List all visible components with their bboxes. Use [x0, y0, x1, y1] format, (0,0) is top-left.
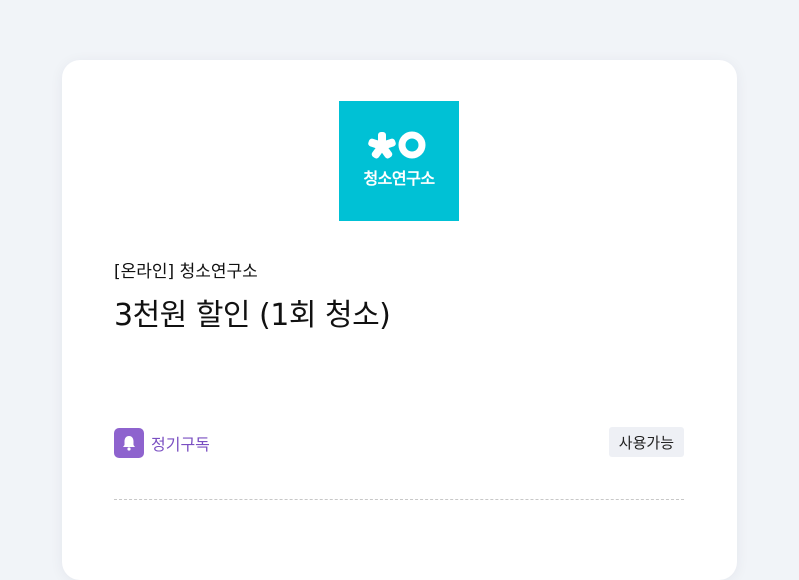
- subscription-tag: 정기구독: [114, 428, 210, 458]
- coupon-card: 청소연구소 [온라인] 청소연구소 3천원 할인 (1회 청소) 정기구독 사용…: [62, 60, 737, 580]
- status-badge: 사용가능: [608, 427, 684, 457]
- coupon-subtitle: [온라인] 청소연구소: [114, 262, 258, 282]
- star-o-logo-icon: [368, 131, 426, 159]
- bell-icon: [114, 428, 144, 458]
- subscription-label: 정기구독: [151, 435, 210, 454]
- brand-logo: 청소연구소: [339, 101, 459, 221]
- dashed-divider: [114, 499, 684, 500]
- logo-text: 청소연구소: [363, 169, 435, 188]
- coupon-title: 3천원 할인 (1회 청소): [114, 298, 391, 333]
